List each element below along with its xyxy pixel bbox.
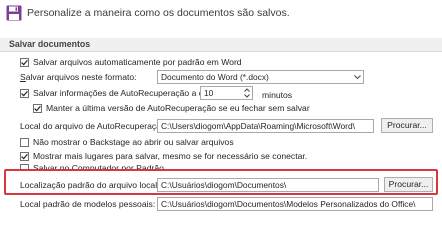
page-title: Personalize a maneira como os documentos… [27, 7, 290, 19]
templates-location-input[interactable]: C:\Usuários\diogom\Documentos\Modelos Pe… [157, 197, 433, 211]
autorecover-label: Salvar informações de AutoRecuperação a … [33, 88, 218, 98]
default-location-input[interactable]: C:\Usuários\diogom\Documentos\ [157, 178, 379, 192]
save-format-select[interactable]: Documento do Word (*.docx) [157, 70, 364, 84]
save-format-label: Salvar arquivos neste formato: [20, 72, 137, 82]
keep-last-version-checkbox[interactable] [33, 104, 42, 113]
no-backstage-label: Não mostrar o Backstage ao abrir ou salv… [33, 137, 234, 147]
autorecover-unit: minutos [262, 90, 293, 100]
check-icon [21, 153, 28, 160]
autorecover-location-value: C:\Users\diogom\AppData\Roaming\Microsof… [161, 121, 355, 131]
check-icon [34, 105, 41, 112]
show-more-places-checkbox[interactable] [20, 152, 29, 161]
default-location-label: Localização padrão do arquivo local: [20, 180, 160, 190]
templates-location-label: Local padrão de modelos pessoais: [20, 199, 156, 209]
save-format-value: Documento do Word (*.docx) [161, 72, 269, 82]
templates-location-value: C:\Usuários\diogom\Documentos\Modelos Pe… [161, 199, 416, 209]
section-title: Salvar documentos [9, 39, 91, 49]
autorecover-browse-button[interactable]: Procurar... [381, 118, 433, 133]
chevron-down-icon [352, 71, 362, 83]
default-location-value: C:\Usuários\diogom\Documentos\ [161, 180, 287, 190]
check-icon [21, 90, 28, 97]
autorecover-checkbox[interactable] [20, 89, 29, 98]
section-divider [0, 51, 442, 52]
default-location-browse-button[interactable]: Procurar... [384, 177, 433, 192]
keep-last-version-label: Manter a última versão de AutoRecuperaçã… [46, 103, 310, 113]
minutes-spinner[interactable] [242, 87, 252, 99]
autorecover-location-label: Local do arquivo de AutoRecuperação: [20, 121, 169, 131]
autorecover-location-input[interactable]: C:\Users\diogom\AppData\Roaming\Microsof… [157, 119, 374, 133]
no-backstage-checkbox[interactable] [20, 138, 29, 147]
save-icon [6, 5, 22, 21]
autosave-checkbox[interactable] [20, 58, 29, 67]
autosave-label: Salvar arquivos automaticamente por padr… [33, 57, 242, 67]
show-more-places-label: Mostrar mais lugares para salvar, mesmo … [33, 151, 308, 161]
check-icon [21, 59, 28, 66]
autorecover-minutes-value: 10 [204, 88, 214, 98]
